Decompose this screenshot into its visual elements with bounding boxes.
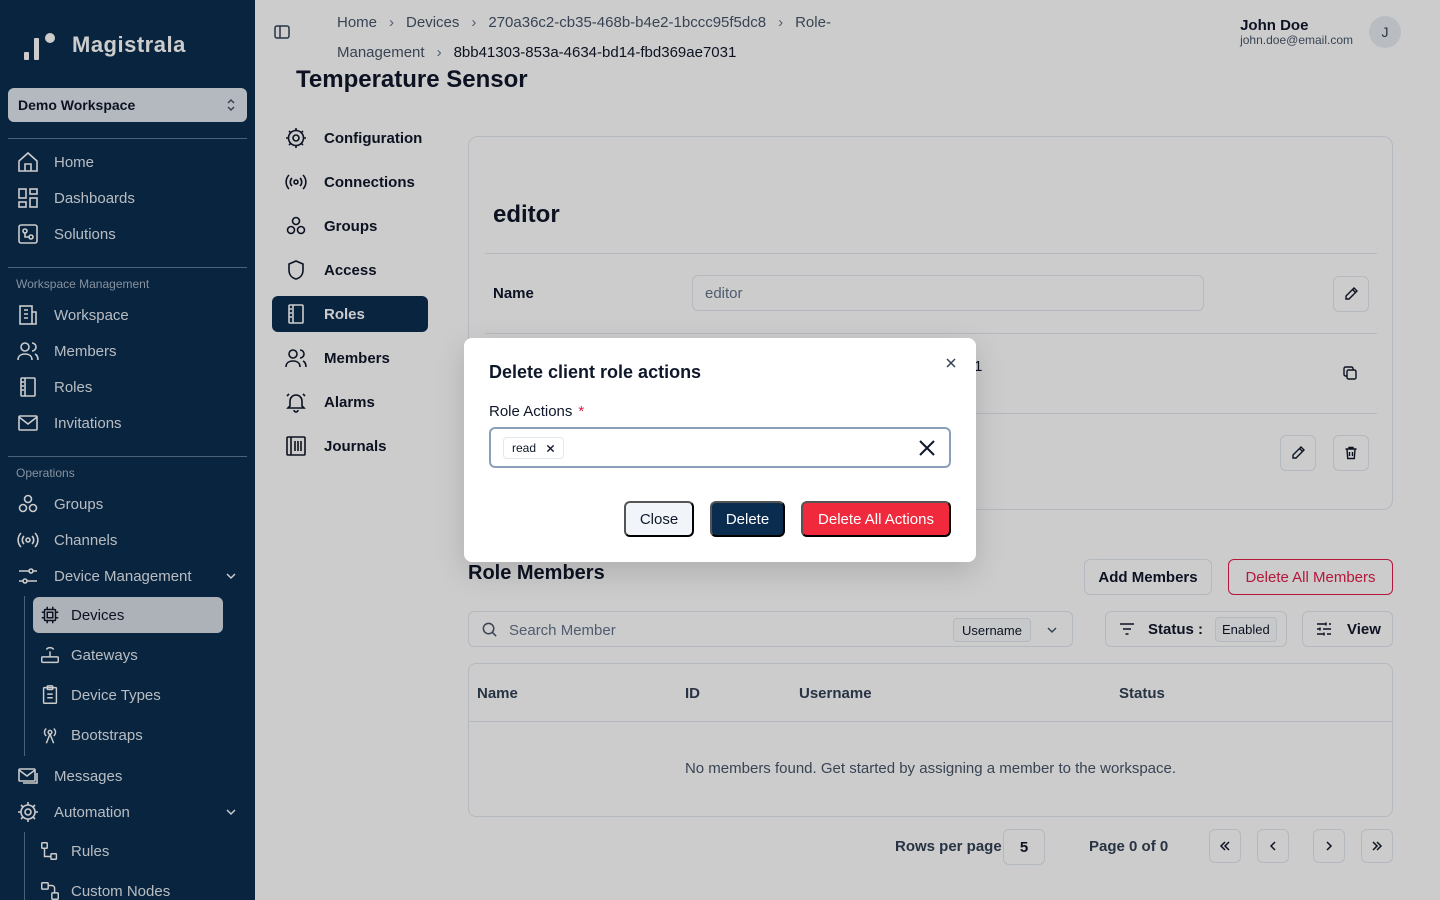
role-actions-label-text: Role Actions [489,403,573,420]
clear-all-icon[interactable] [918,439,936,457]
close-icon[interactable] [944,356,958,370]
role-actions-input[interactable]: read [489,427,951,468]
close-button[interactable]: Close [624,501,694,537]
remove-chip-icon[interactable] [546,444,555,453]
delete-role-actions-dialog: Delete client role actions Role Actions *… [464,338,976,562]
action-chip-label: read [512,441,537,455]
action-chip: read [503,437,565,459]
dialog-title: Delete client role actions [489,362,702,382]
delete-all-actions-button[interactable]: Delete All Actions [801,501,951,537]
role-actions-label: Role Actions * [489,403,584,420]
required-mark: * [578,403,585,420]
delete-button[interactable]: Delete [710,501,785,537]
